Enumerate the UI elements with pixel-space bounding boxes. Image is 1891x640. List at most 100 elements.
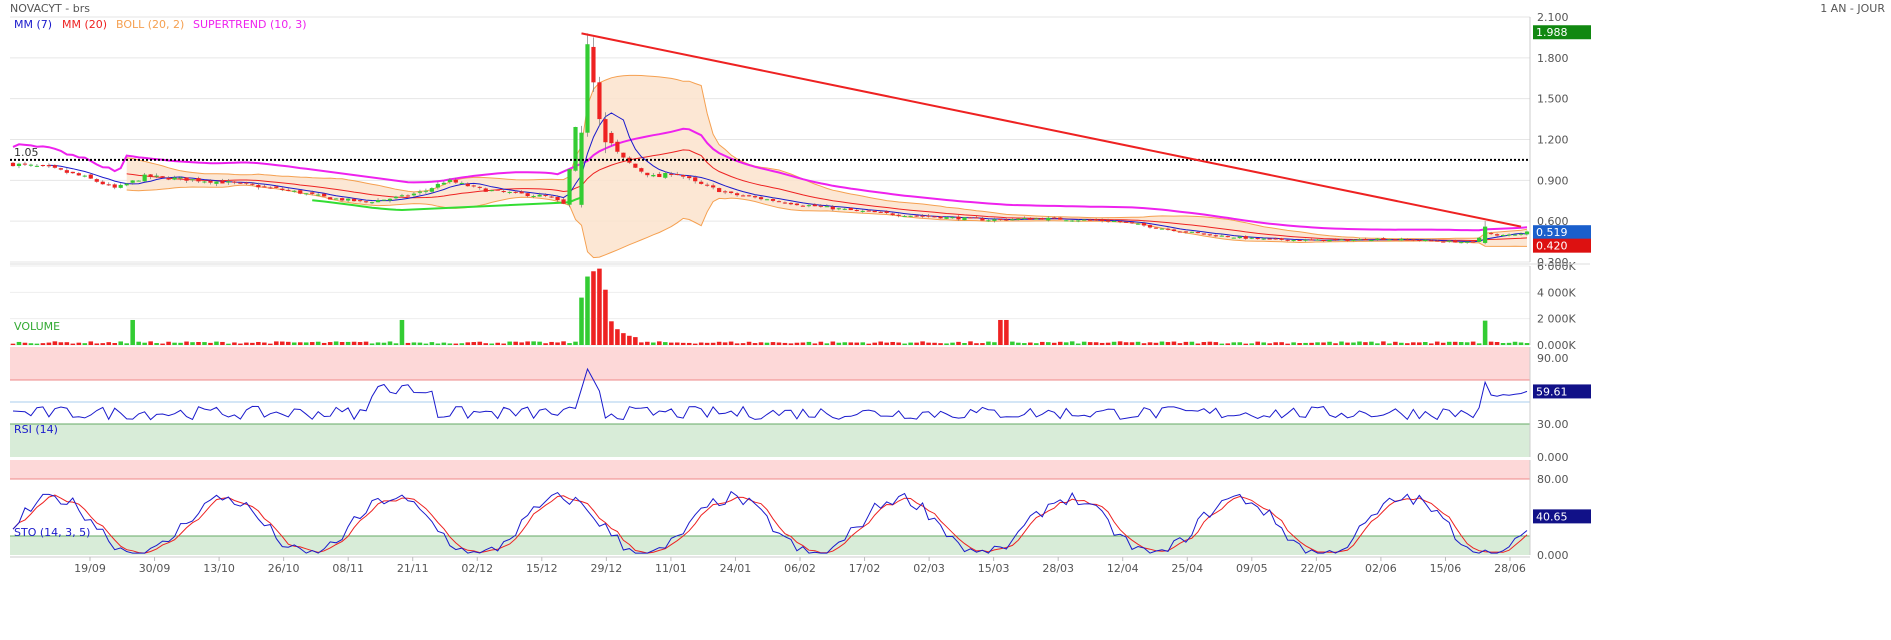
x-tick-label: 15/03: [978, 562, 1010, 575]
candle-body: [1171, 229, 1177, 232]
volume-bar: [250, 342, 255, 345]
volume-bar: [908, 342, 913, 345]
candle-body: [609, 132, 614, 144]
legend-mm7[interactable]: MM (7): [14, 18, 52, 31]
x-tick-label: 13/10: [203, 562, 235, 575]
volume-bar: [238, 343, 243, 345]
x-tick-label: 28/06: [1494, 562, 1526, 575]
volume-bar: [1399, 342, 1404, 345]
volume-bar: [884, 342, 889, 345]
candle-body: [405, 195, 411, 197]
candle-body: [764, 199, 770, 201]
candle-body: [986, 220, 991, 222]
candle-body: [1010, 219, 1015, 221]
volume-bar: [537, 341, 542, 345]
candle-body: [250, 183, 255, 185]
candle-body: [166, 177, 171, 180]
volume-bar: [46, 342, 52, 345]
candle-body: [1189, 231, 1194, 233]
volume-bar: [345, 341, 351, 345]
sto-badge-label: 40.65: [1536, 510, 1568, 523]
candle-body: [1303, 239, 1308, 241]
candle-body: [1106, 220, 1111, 222]
volume-bar: [369, 343, 375, 345]
legend-mm20[interactable]: MM (20): [62, 18, 107, 31]
volume-bar: [256, 341, 261, 345]
candle-body: [1094, 219, 1099, 221]
volume-bar: [1297, 343, 1302, 345]
candle-body: [836, 208, 841, 210]
volume-bar: [363, 341, 369, 345]
legend-supertrend[interactable]: SUPERTREND (10, 3): [193, 18, 307, 31]
price-tick-label: 1.200: [1537, 134, 1569, 147]
volume-bar: [615, 329, 620, 345]
chart-period[interactable]: 1 AN - JOUR: [1820, 2, 1885, 15]
volume-bar: [399, 319, 405, 345]
candle-body: [1165, 228, 1171, 230]
candle-body: [495, 189, 500, 191]
candle-body: [1177, 231, 1183, 233]
x-tick-label: 02/06: [1365, 562, 1397, 575]
x-tick-label: 02/03: [913, 562, 945, 575]
candle-body: [1524, 231, 1530, 235]
stock-chart[interactable]: NOVACYT - brs 1 AN - JOUR MM (7) MM (20)…: [0, 0, 1891, 640]
candle-body: [734, 193, 740, 196]
candle-body: [328, 197, 333, 200]
candle-body: [1040, 218, 1045, 220]
candle-body: [729, 191, 734, 193]
candle-body: [100, 181, 105, 185]
candle-body: [549, 196, 554, 198]
volume-bar: [896, 342, 901, 345]
price-tick-label: 0.900: [1537, 174, 1569, 187]
candle-body: [687, 176, 692, 179]
volume-bar: [1069, 341, 1075, 345]
volume-bar: [1183, 341, 1189, 345]
candle-body: [878, 211, 883, 213]
volume-bar: [639, 342, 644, 345]
candle-body: [208, 180, 213, 183]
volume-bar: [621, 333, 626, 345]
volume-bar: [531, 341, 536, 345]
volume-bar: [674, 342, 680, 345]
candle-body: [1267, 238, 1272, 240]
candle-body: [268, 187, 273, 189]
sto-title: STO (14, 3, 5): [14, 526, 90, 539]
candle-body: [1129, 222, 1135, 224]
volume-bar: [938, 343, 943, 345]
volume-bar: [94, 343, 100, 345]
volume-bar: [262, 342, 267, 345]
volume-bar: [1411, 342, 1416, 345]
candle-body: [154, 175, 159, 177]
candle-body: [573, 127, 578, 171]
volume-bar: [519, 342, 524, 345]
volume-bar: [776, 342, 782, 345]
volume-tick-label: 0.000K: [1537, 339, 1576, 352]
volume-bar: [1369, 341, 1374, 345]
candle-body: [663, 172, 668, 178]
price-badge-label: 1.988: [1536, 26, 1568, 39]
volume-bar: [453, 343, 459, 345]
candle-body: [1279, 238, 1284, 240]
volume-bar: [10, 343, 16, 345]
volume-bar: [716, 341, 722, 345]
volume-bar: [1135, 341, 1141, 345]
candle-body: [740, 195, 746, 197]
volume-bar: [184, 341, 189, 345]
volume-bar: [64, 342, 70, 345]
candle-body: [10, 162, 16, 167]
volume-bar: [88, 341, 94, 345]
candle-body: [148, 174, 153, 177]
volume-bar: [645, 341, 650, 345]
volume-bar: [1147, 342, 1153, 345]
x-tick-label: 24/01: [720, 562, 752, 575]
candle-body: [1333, 239, 1338, 241]
x-tick-label: 02/12: [461, 562, 493, 575]
volume-bar: [1267, 343, 1272, 345]
candle-body: [22, 163, 28, 165]
candle-body: [711, 185, 716, 188]
volume-bar: [435, 343, 441, 345]
candle-body: [1453, 240, 1458, 243]
volume-bar: [166, 341, 171, 345]
legend-boll[interactable]: BOLL (20, 2): [116, 18, 184, 31]
candle-body: [1028, 218, 1033, 220]
